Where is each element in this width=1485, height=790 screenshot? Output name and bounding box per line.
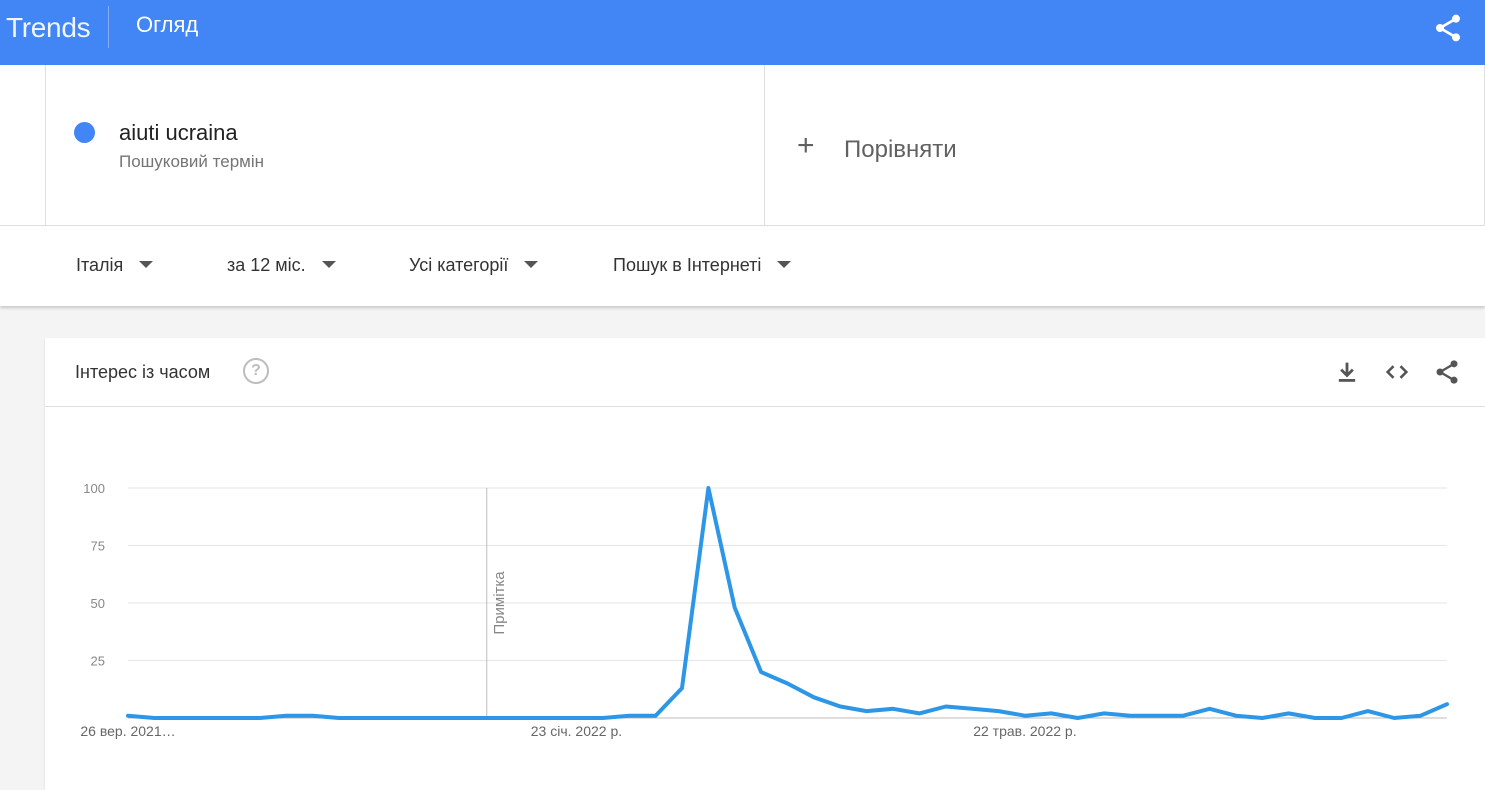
search-term-card[interactable]: aiuti ucraina Пошуковий термін [45, 65, 765, 225]
compare-button[interactable]: + Порівняти [765, 65, 1485, 225]
chevron-down-icon [777, 260, 792, 268]
line-chart: 100 75 50 25 Примітка 26 вер. 2021… 23 січ. 20… [80, 481, 1449, 739]
topbar-divider [108, 6, 109, 48]
filter-category-label: Усі категорії [409, 255, 509, 275]
filter-region-label: Італія [76, 255, 124, 275]
y-tick-label: 25 [91, 654, 105, 669]
filter-region[interactable]: Італія [76, 255, 154, 276]
y-tick-label: 100 [83, 481, 105, 496]
brand-logo[interactable]: Trends [6, 12, 91, 44]
search-term-type: Пошуковий термін [119, 152, 264, 171]
chevron-down-icon [321, 260, 336, 268]
chevron-down-icon [524, 260, 539, 268]
x-tick-label: 22 трав. 2022 р. [973, 723, 1076, 739]
filter-time-range-label: за 12 міс. [227, 255, 306, 275]
top-app-bar: Trends Огляд [0, 0, 1485, 65]
search-terms-band: aiuti ucraina Пошуковий термін + Порівня… [0, 65, 1485, 226]
filter-search-type-label: Пошук в Інтернеті [613, 255, 762, 275]
compare-label: Порівняти [844, 136, 957, 163]
annotation-label: Примітка [491, 571, 508, 635]
page-title: Огляд [136, 12, 199, 37]
filters-bar: Італія за 12 міс. Усі категорії Пошук в … [0, 226, 1485, 306]
chevron-down-icon [139, 260, 154, 268]
x-tick-label: 26 вер. 2021… [80, 723, 175, 739]
y-tick-label: 75 [91, 539, 105, 554]
plus-icon: + [797, 129, 815, 162]
filter-search-type[interactable]: Пошук в Інтернеті [613, 255, 792, 276]
term-color-dot [74, 122, 95, 143]
share-icon-graphic [1436, 14, 1460, 42]
interest-over-time-card: Інтерес із часом ? 100755025Примітка [45, 338, 1485, 790]
share-icon[interactable] [1432, 12, 1464, 44]
filter-time-range[interactable]: за 12 міс. [227, 255, 336, 276]
search-term-name[interactable]: aiuti ucraina [119, 120, 238, 146]
x-tick-label: 23 січ. 2022 р. [531, 723, 622, 739]
filter-category[interactable]: Усі категорії [409, 255, 539, 276]
y-tick-label: 50 [91, 596, 105, 611]
